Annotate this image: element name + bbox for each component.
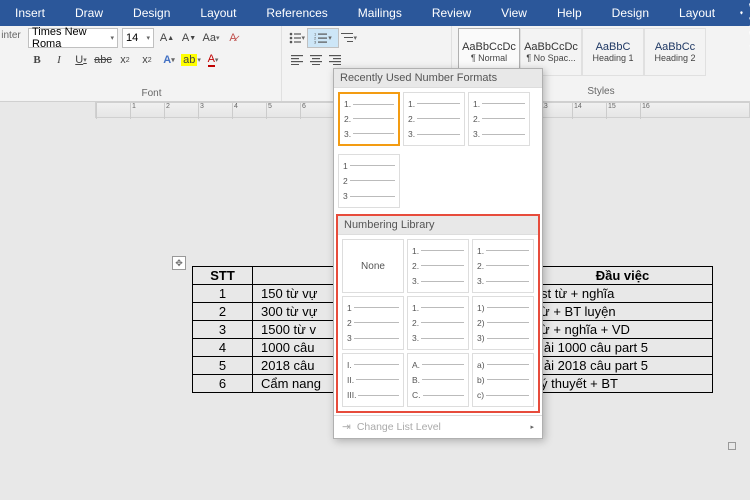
numbering-tile[interactable]: 1)2)3)	[472, 296, 534, 350]
align-left-button[interactable]	[288, 51, 306, 69]
text-effects-button[interactable]: A▾	[160, 51, 178, 69]
cell-stt[interactable]: 1	[193, 285, 253, 303]
numbering-tile[interactable]: 1.2.3.	[407, 296, 469, 350]
tab-review[interactable]: Review	[417, 0, 486, 26]
font-name-select[interactable]: Times New Roma▾	[28, 28, 118, 48]
numbering-tile[interactable]: 1.2.3.	[407, 239, 469, 293]
numbering-dropdown: Recently Used Number Formats 1.2.3.1.2.3…	[333, 68, 543, 439]
underline-button[interactable]: U▾	[72, 51, 90, 69]
font-group-label: Font	[28, 88, 275, 101]
table-move-handle[interactable]: ✥	[172, 256, 186, 270]
cell-dv[interactable]: iải 1000 câu part 5	[533, 339, 713, 357]
cell-dv[interactable]: ừ + BT luyện	[533, 303, 713, 321]
recent-formats-header: Recently Used Number Formats	[334, 69, 542, 88]
clear-formatting-button[interactable]: A̷	[224, 29, 242, 47]
numbering-tile[interactable]: 1.2.3.	[468, 92, 530, 146]
align-right-icon	[329, 55, 341, 65]
numbering-tile[interactable]: 1.2.3.	[403, 92, 465, 146]
numbering-button[interactable]: 123▾	[307, 28, 339, 48]
numbering-tile[interactable]: 1.2.3.	[472, 239, 534, 293]
shrink-font-button[interactable]: A▼	[180, 29, 198, 47]
cell-stt[interactable]: 4	[193, 339, 253, 357]
align-center-icon	[310, 55, 322, 65]
tab-table-design[interactable]: Design	[597, 0, 664, 26]
cell-dv[interactable]: iải 2018 câu part 5	[533, 357, 713, 375]
italic-button[interactable]: I	[50, 51, 68, 69]
tab-design[interactable]: Design	[118, 0, 185, 26]
subscript-button[interactable]: x2	[116, 51, 134, 69]
cell-stt[interactable]: 3	[193, 321, 253, 339]
bold-button[interactable]: B	[28, 51, 46, 69]
svg-text:3: 3	[314, 40, 317, 45]
table-header-stt[interactable]: STT	[193, 267, 253, 285]
tab-references[interactable]: References	[251, 0, 342, 26]
numbering-tile[interactable]: a)b)c)	[472, 353, 534, 407]
change-case-button[interactable]: Aa▾	[202, 29, 220, 47]
tab-layout[interactable]: Layout	[185, 0, 251, 26]
align-right-button[interactable]	[326, 51, 344, 69]
tab-view[interactable]: View	[486, 0, 542, 26]
cell-stt[interactable]: 6	[193, 375, 253, 393]
numbering-icon: 123	[314, 32, 328, 44]
table-header-dv[interactable]: Đầu việc	[533, 267, 713, 285]
cell-dv[interactable]: ừ + nghĩa + VD	[533, 321, 713, 339]
format-painter-group: inter	[0, 26, 22, 101]
highlight-button[interactable]: ab▾	[182, 51, 200, 69]
tab-help[interactable]: Help	[542, 0, 597, 26]
numbering-tile-none[interactable]: None	[342, 239, 404, 293]
multilevel-button[interactable]: ▾	[340, 29, 358, 47]
cell-dv[interactable]: st từ + nghĩa	[533, 285, 713, 303]
superscript-button[interactable]: x2	[138, 51, 156, 69]
strikethrough-button[interactable]: abc	[94, 51, 112, 69]
numbering-tile[interactable]: 123	[342, 296, 404, 350]
tab-table-layout[interactable]: Layout	[664, 0, 730, 26]
bullets-button[interactable]: ▾	[288, 29, 306, 47]
bullets-icon	[289, 32, 301, 44]
font-size-select[interactable]: 14▾	[122, 28, 154, 48]
cell-dv[interactable]: ý thuyết + BT	[533, 375, 713, 393]
tab-insert[interactable]: Insert	[0, 0, 60, 26]
tab-mailings[interactable]: Mailings	[343, 0, 417, 26]
multilevel-icon	[341, 32, 353, 44]
cell-stt[interactable]: 5	[193, 357, 253, 375]
lightbulb-icon	[740, 6, 743, 20]
numbering-tile[interactable]: A.B.C.	[407, 353, 469, 407]
numbering-library-box: Numbering Library None1.2.3.1.2.3.1231.2…	[336, 214, 540, 413]
font-color-button[interactable]: A▾	[204, 51, 222, 69]
tab-draw[interactable]: Draw	[60, 0, 118, 26]
font-group: Times New Roma▾ 14▾ A▲ A▼ Aa▾ A̷ B I U▾ …	[22, 26, 282, 101]
numbering-tile[interactable]: 1.2.3.	[338, 92, 400, 146]
table-resize-handle[interactable]	[728, 442, 736, 450]
cell-stt[interactable]: 2	[193, 303, 253, 321]
numbering-tile-extra[interactable]: 123	[338, 154, 400, 208]
align-left-icon	[291, 55, 303, 65]
style-heading-2[interactable]: AaBbCcHeading 2	[644, 28, 706, 76]
grow-font-button[interactable]: A▲	[158, 29, 176, 47]
align-center-button[interactable]	[307, 51, 325, 69]
indent-icon: ⇥	[342, 421, 351, 433]
numbering-tile[interactable]: I.II.III.	[342, 353, 404, 407]
numbering-library-header: Numbering Library	[338, 216, 538, 235]
style-heading-1[interactable]: AaBbCHeading 1	[582, 28, 644, 76]
painter-label: inter	[1, 30, 20, 41]
ribbon-tabs: Insert Draw Design Layout References Mai…	[0, 0, 750, 26]
change-list-level: ⇥ Change List Level ▸	[334, 415, 542, 438]
